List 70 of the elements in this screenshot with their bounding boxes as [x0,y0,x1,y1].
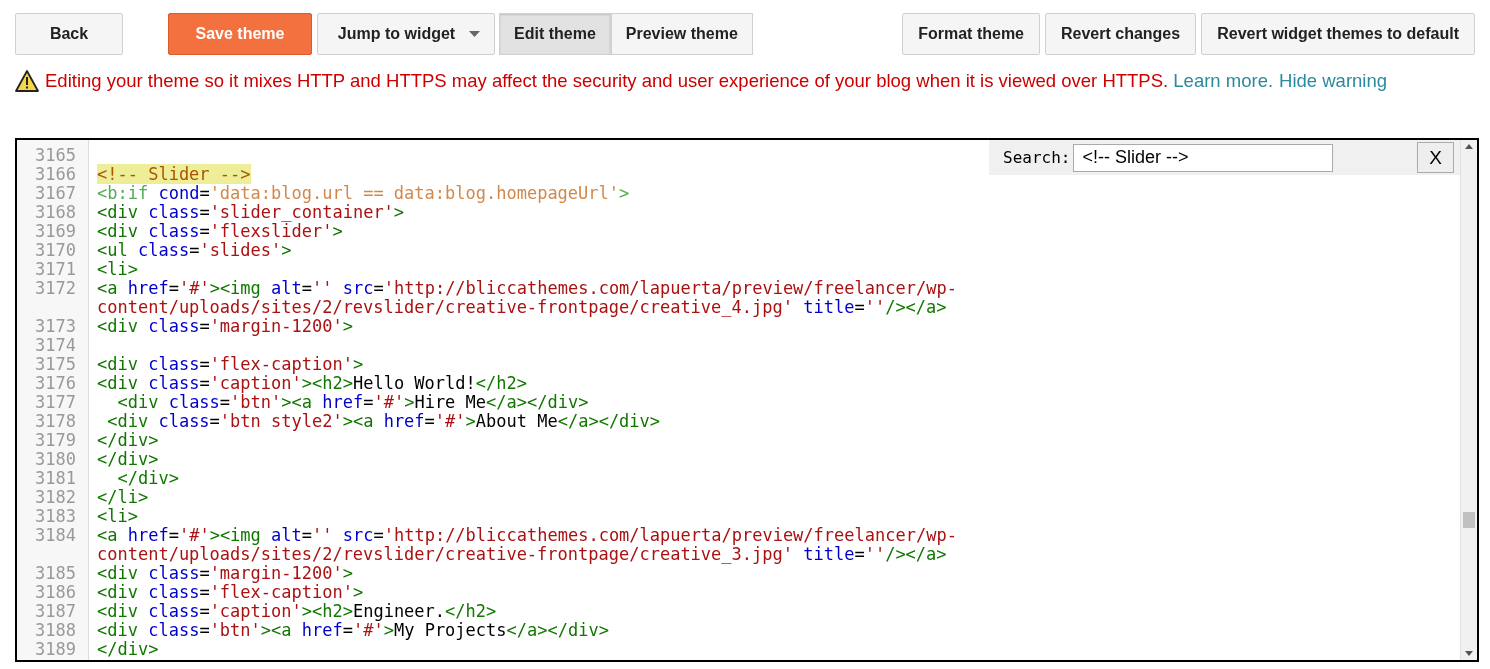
code-line: <div class='btn'><a href='#'>My Projects</a></div> [97,620,609,640]
code-line: content/uploads/sites/2/revslider/creative-frontpage/creative_4.jpg' title=''/></a> [97,297,947,317]
code-line: <a href='#'><img alt='' src='http://bliccathemes.com/lapuerta/preview/freelancer/wp- [97,278,957,298]
code-line: </div> [97,430,159,450]
line-number: 3183 [35,506,76,526]
code-line: <a href='#'><img alt='' src='http://bliccathemes.com/lapuerta/preview/freelancer/wp- [97,525,957,545]
line-number: 3188 [35,620,76,640]
code-line: <li> [97,506,138,526]
code-line: <li> [97,259,138,279]
warning-message: Editing your theme so it mixes HTTP and HTTPS may affect the security and user experience of your blog when it is viewed over HTTPS. [45,70,1169,91]
view-tab[interactable]: Preview theme [610,13,753,55]
scroll-up-icon [1465,144,1473,149]
scroll-down-icon [1465,651,1473,656]
code-editor[interactable] [15,138,1479,662]
code-line: <div class='slider_container'> [97,202,405,222]
line-number: 3167 [35,183,76,203]
code-line: </div> [116,468,179,488]
line-number: 3189 [35,639,76,659]
dropdown-button[interactable]: Jump to widget [317,13,495,55]
close-button[interactable]: X [1417,142,1454,173]
view-tab[interactable]: Edit theme [499,13,611,55]
line-number: 3176 [35,373,76,393]
line-number: 3177 [35,392,76,412]
line-number: 3178 [35,411,76,431]
line-number: 3174 [35,335,76,355]
line-number: 3180 [35,449,76,469]
line-number: 3165 [35,145,76,165]
learn-more-link[interactable]: Learn more [1173,70,1268,91]
code-line: <div class='btn'><a href='#'>Hire Me</a></div> [116,392,589,412]
code-line: <div class='caption'><h2>Engineer.</h2> [97,601,497,621]
line-number: 3172 [35,278,76,298]
toolbar-button[interactable]: Format theme [902,13,1040,55]
code-line: <div class='btn style2'><a href='#'>About Me</a></div> [106,411,661,431]
caret-icon [469,31,481,37]
toolbar-button[interactable]: Revert widget themes to default [1201,13,1475,55]
code-line: </div> [97,449,159,469]
code-line: <div class='margin-1200'> [97,563,353,583]
line-number: 3179 [35,430,76,450]
line-number: 3173 [35,316,76,336]
code-line: </li> [97,487,149,507]
search-label: Search: [1003,148,1071,167]
code-line: <div class='flexslider'> [97,221,343,241]
code-line: <b:if cond='data:blog.url == data:blog.homepageUrl'> [97,183,630,203]
scrollbar-thumb[interactable] [1463,512,1475,528]
hide-warning-link[interactable]: Hide warning [1279,70,1388,91]
separator: . [1267,70,1274,91]
back-button[interactable]: Back [15,13,123,55]
scrollbar[interactable] [1460,140,1477,660]
line-number: 3175 [35,354,76,374]
line-number: 3171 [35,259,76,279]
line-number: 3166 [35,164,76,184]
code-line: <div class='flex-caption'> [97,582,364,602]
line-number: 3169 [35,221,76,241]
code-line: <div class='margin-1200'> [97,316,353,336]
line-number: 3186 [35,582,76,602]
line-number: 3185 [35,563,76,583]
line-number: 3182 [35,487,76,507]
search-field[interactable]: <!-- Slider --> [1073,143,1334,172]
line-number: 3170 [35,240,76,260]
code-line: </div> [97,639,159,659]
line-number: 3181 [35,468,76,488]
line-number: 3184 [35,525,76,545]
toolbar-button[interactable]: Revert changes [1045,13,1197,55]
code-line: <ul class='slides'> [97,240,292,260]
code-line: <div class='caption'><h2>Hello World!</h2> [97,373,527,393]
code-line: <div class='flex-caption'> [97,354,364,374]
line-number: 3187 [35,601,76,621]
warning-icon [15,70,39,92]
code-line: content/uploads/sites/2/revslider/creative-frontpage/creative_3.jpg' title=''/></a> [97,544,947,564]
line-number: 3168 [35,202,76,222]
